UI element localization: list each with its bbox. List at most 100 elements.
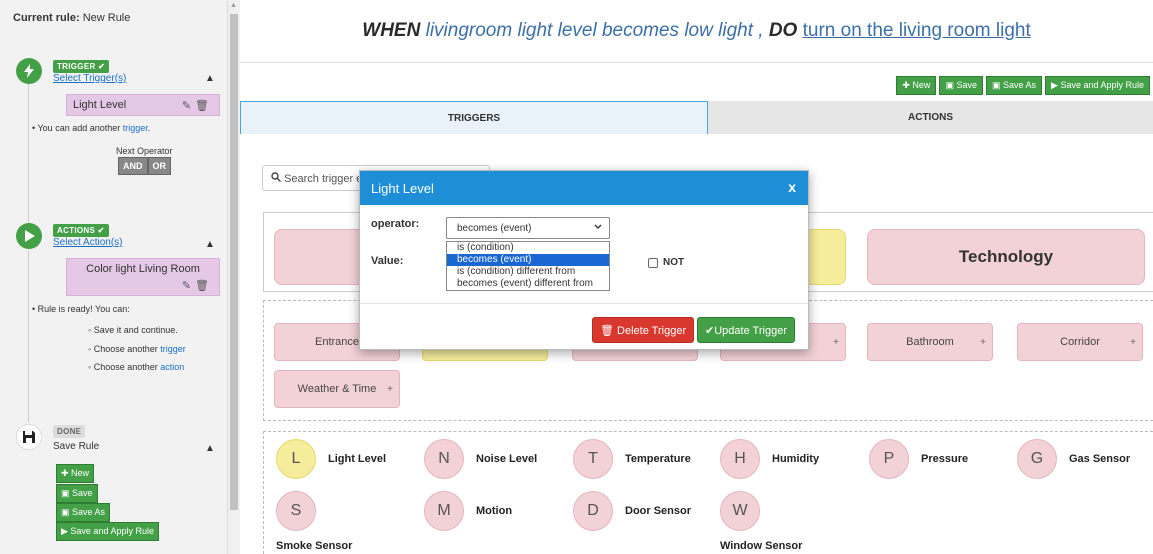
trash-icon[interactable]: 🗑 — [195, 280, 213, 292]
sidebar-save-apply-button[interactable]: ▶ Save and Apply Rule — [56, 522, 159, 541]
floppy-disk-icon — [16, 424, 42, 450]
divider — [240, 62, 1153, 63]
sensor-label: Door Sensor — [625, 505, 692, 517]
chevron-down-icon — [594, 222, 602, 232]
step-connector — [28, 250, 29, 422]
sensor-motion[interactable]: M — [424, 491, 464, 531]
add-trigger-text: You can add another — [37, 123, 121, 133]
sidebar-save-as-label: Save As — [72, 507, 106, 517]
floppy-disk-icon: ▣ — [61, 507, 73, 517]
choose-action-link[interactable]: action — [160, 362, 184, 372]
new-button[interactable]: ✚ New — [896, 76, 937, 95]
next-step-save-text: Save it and continue. — [93, 325, 178, 335]
select-triggers-link[interactable]: Select Trigger(s) — [53, 73, 126, 84]
scrollbar-thumb[interactable] — [230, 14, 238, 510]
operator-option[interactable]: becomes (event) — [447, 254, 609, 266]
save-button[interactable]: ▣ Save — [939, 76, 983, 95]
sensor-noise-level[interactable]: N — [424, 439, 464, 479]
location-bathroom-label: Bathroom — [906, 336, 954, 348]
tab-triggers[interactable]: TRIGGERS — [240, 101, 708, 134]
done-step-tag: DONE — [53, 425, 86, 438]
update-trigger-button[interactable]: ✔Update Trigger — [697, 317, 795, 343]
sensor-gas[interactable]: G — [1017, 439, 1057, 479]
delete-trigger-button[interactable]: 🗑 Delete Trigger — [592, 317, 695, 343]
rule-toolbar: ✚ New ▣ Save ▣ Save As ▶ Save and Apply … — [896, 76, 1150, 95]
divider — [360, 303, 808, 304]
save-apply-button[interactable]: ▶ Save and Apply Rule — [1045, 76, 1150, 95]
category-technology[interactable]: Technology — [867, 229, 1145, 285]
search-placeholder: Search trigger e — [284, 173, 363, 185]
checkbox-icon[interactable] — [648, 257, 658, 268]
rule-action-link[interactable]: turn on the living room light — [803, 20, 1031, 41]
edit-icon[interactable]: ✎ — [182, 100, 195, 112]
and-button[interactable]: AND — [118, 157, 148, 175]
location-weather-time[interactable]: Weather & Time + — [274, 370, 400, 408]
sidebar-scrollbar[interactable]: ▲ — [228, 0, 240, 554]
or-button[interactable]: OR — [147, 157, 171, 175]
action-chip-label: Color light Living Room — [86, 263, 200, 275]
rule-ready-text: Rule is ready! You can: — [37, 304, 130, 314]
next-step-trigger-text: Choose another — [93, 344, 158, 354]
location-bathroom[interactable]: Bathroom + — [867, 323, 993, 361]
sensor-smoke[interactable]: S — [276, 491, 316, 531]
operator-option[interactable]: is (condition) different from — [447, 266, 609, 278]
lightning-icon — [16, 58, 42, 84]
current-rule-label: Current rule: — [13, 12, 80, 24]
sidebar-new-button[interactable]: ✚ New — [56, 464, 95, 483]
operator-label: operator: — [371, 218, 420, 230]
operator-selected-value: becomes (event) — [457, 223, 532, 234]
category-tile[interactable] — [804, 229, 846, 285]
trigger-chip-label: Light Level — [73, 99, 127, 111]
current-rule: Current rule: New Rule — [13, 12, 130, 24]
next-operator-label: Next Operator — [116, 146, 173, 156]
save-as-button[interactable]: ▣ Save As — [985, 76, 1043, 95]
rule-condition: livingroom light level becomes low light… — [425, 20, 764, 41]
operator-option[interactable]: becomes (event) different from — [447, 278, 609, 290]
rule-headline: WHEN livingroom light level becomes low … — [240, 20, 1153, 42]
trash-icon: 🗑 — [600, 325, 618, 337]
chevron-up-icon[interactable]: ▲ — [205, 443, 215, 454]
sensor-temperature[interactable]: T — [573, 439, 613, 479]
scroll-up-icon[interactable]: ▲ — [230, 2, 237, 9]
choose-trigger-link[interactable]: trigger — [160, 344, 186, 354]
floppy-disk-icon: ▣ — [61, 488, 73, 498]
search-icon — [271, 172, 284, 185]
trigger-chip[interactable]: Light Level ✎🗑 — [66, 94, 220, 116]
chevron-up-icon[interactable]: ▲ — [205, 73, 215, 84]
sensor-label: Window Sensor — [720, 540, 803, 552]
value-label: Value: — [371, 255, 404, 267]
operator-options-list: is (condition) becomes (event) is (condi… — [446, 241, 610, 291]
dialog-header: Light Level x — [360, 171, 808, 205]
operator-select[interactable]: becomes (event) — [446, 217, 610, 239]
sensor-label: Humidity — [772, 453, 820, 465]
location-corridor[interactable]: Corridor + — [1017, 323, 1143, 361]
sensor-window[interactable]: W — [720, 491, 760, 531]
plus-icon: + — [387, 383, 393, 395]
plus-icon: ✚ — [902, 80, 913, 90]
do-keyword: DO — [768, 20, 798, 41]
current-rule-name: New Rule — [82, 12, 131, 24]
sidebar-save-as-button[interactable]: ▣ Save As — [56, 503, 111, 522]
edit-icon[interactable]: ✎ — [182, 280, 195, 292]
next-step-action-text: Choose another — [93, 362, 158, 372]
trash-icon[interactable]: 🗑 — [195, 100, 213, 112]
action-chip[interactable]: Color light Living Room ✎🗑 — [66, 258, 220, 296]
add-trigger-link[interactable]: trigger — [123, 123, 148, 133]
update-trigger-label: Update Trigger — [714, 325, 787, 337]
not-checkbox[interactable]: NOT — [648, 257, 684, 268]
plus-icon: + — [980, 336, 986, 348]
sensor-label: Temperature — [625, 453, 691, 465]
tab-actions[interactable]: ACTIONS — [708, 101, 1153, 134]
sidebar-new-label: New — [71, 468, 90, 478]
sidebar-save-button[interactable]: ▣ Save — [56, 484, 98, 503]
sensor-light-level[interactable]: L — [276, 439, 316, 479]
sensor-humidity[interactable]: H — [720, 439, 760, 479]
chevron-up-icon[interactable]: ▲ — [205, 239, 215, 250]
save-as-label: Save As — [1002, 80, 1037, 90]
operator-option[interactable]: is (condition) — [447, 242, 609, 254]
sensor-pressure[interactable]: P — [869, 439, 909, 479]
close-icon[interactable]: x — [788, 179, 796, 195]
sensor-door[interactable]: D — [573, 491, 613, 531]
select-actions-link[interactable]: Select Action(s) — [53, 237, 122, 248]
plus-icon: ✚ — [61, 468, 72, 478]
